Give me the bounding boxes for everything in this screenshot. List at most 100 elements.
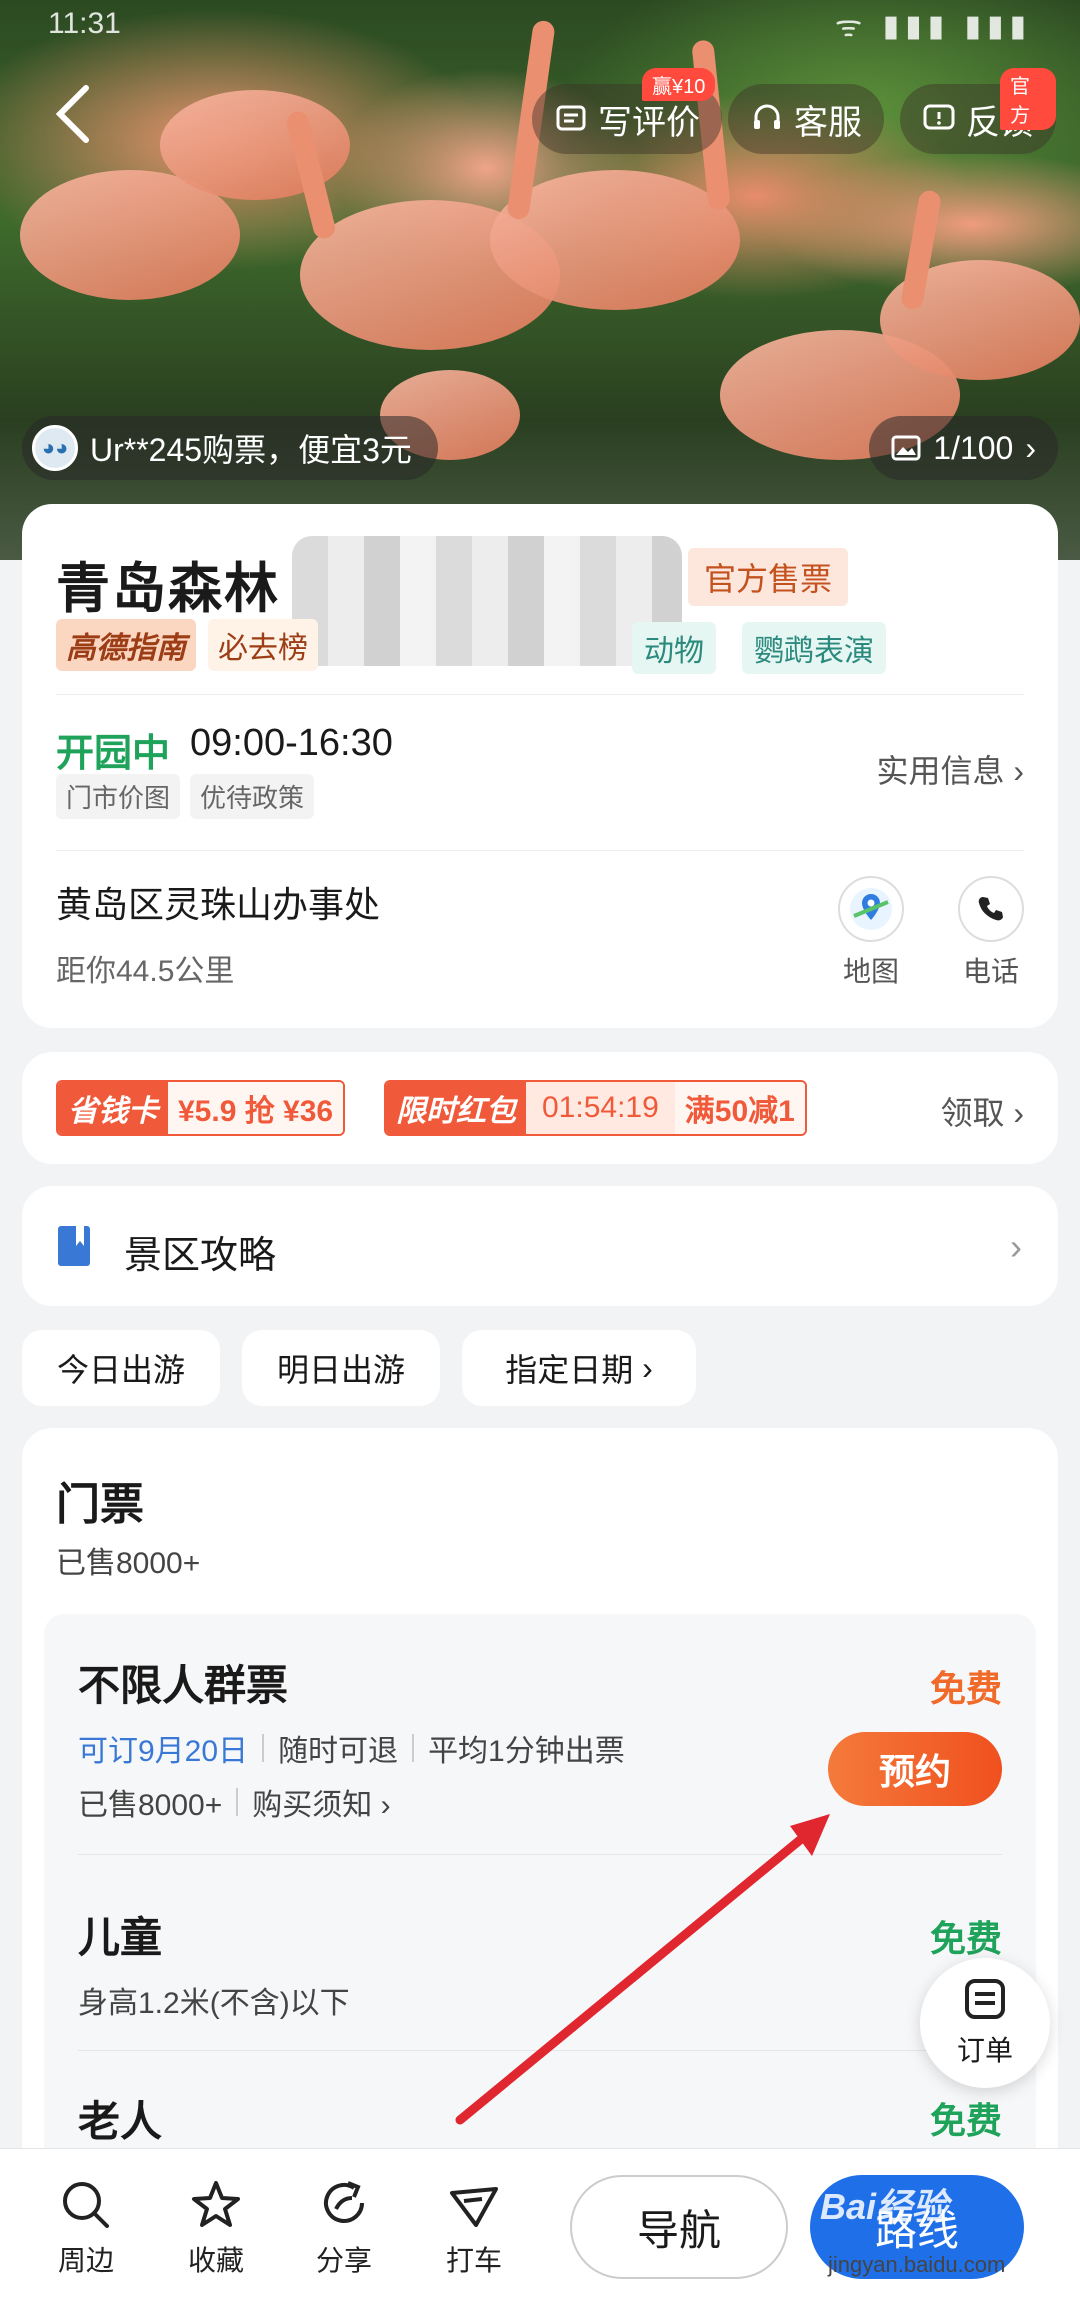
tab-favorite-label: 收藏 <box>187 2245 244 2276</box>
divider <box>78 2050 1002 2051</box>
parrot-show-tag: 鹦鹉表演 <box>742 622 886 674</box>
write-review-button[interactable]: 写评价 赢¥10 <box>532 68 722 154</box>
image-icon <box>891 435 921 461</box>
ticket-desc: 身高1.2米(不含)以下 <box>78 1978 350 2022</box>
practical-info-link[interactable]: 实用信息 › <box>876 746 1024 792</box>
tab-favorite[interactable]: 收藏 <box>166 2179 266 2279</box>
open-status-text: 开园中 <box>56 733 171 775</box>
photo-count-text: 1/100 <box>933 429 1014 466</box>
back-button[interactable] <box>50 84 120 154</box>
share-icon <box>324 2181 364 2223</box>
purchase-notice-link[interactable]: 购买须知 › <box>252 1780 390 1824</box>
countdown-timer: 01:54:19 <box>526 1082 675 1134</box>
ranking-tags[interactable]: 高德指南 必去榜 <box>56 619 318 671</box>
discount-policy-tag[interactable]: 优待政策 <box>190 774 315 819</box>
reserve-button[interactable]: 预约 <box>828 1732 1002 1806</box>
avatar: ◕◕ <box>32 425 78 471</box>
scenic-guide-row[interactable]: 景区攻略 › <box>22 1186 1058 1306</box>
tomorrow-visit-button[interactable]: 明日出游 <box>242 1330 440 1406</box>
purchase-notice-label: 购买须知 <box>252 1789 373 1822</box>
distance: 距你44.5公里 <box>56 955 235 988</box>
practical-info-label: 实用信息 <box>876 753 1005 789</box>
order-list-icon <box>965 1979 1005 2019</box>
scenic-guide-label: 景区攻略 <box>124 1235 277 1277</box>
phone-button[interactable] <box>958 876 1024 942</box>
chevron-right-icon: › <box>1025 429 1036 466</box>
watermark-url: jingyan.baidu.com <box>828 2252 1006 2277</box>
savings-card-promo[interactable]: 省钱卡 ¥5.9 抢 ¥36 <box>56 1080 346 1136</box>
ticket-price: 免费 <box>929 1668 1002 1709</box>
top-nav: 写评价 赢¥10 客服 反馈 官方 <box>0 68 1080 158</box>
address[interactable]: 黄岛区灵珠山办事处 <box>56 876 380 928</box>
ticket-price: 免费 <box>929 1918 1002 1959</box>
separator <box>262 1734 265 1762</box>
headset-icon <box>750 102 784 136</box>
map-pin-icon <box>850 888 892 930</box>
review-reward-badge: 赢¥10 <box>642 68 716 101</box>
buyer-tip-text: Ur**245购票，便宜3元 <box>90 432 412 468</box>
opening-hours-text: 09:00-16:30 <box>190 722 393 764</box>
tab-taxi[interactable]: 打车 <box>424 2179 524 2279</box>
map-label: 地图 <box>842 956 899 987</box>
customer-service-button[interactable]: 客服 <box>728 84 884 154</box>
chevron-right-icon: › <box>1010 1226 1022 1267</box>
bookable-date: 可订9月20日 <box>78 1735 249 1768</box>
navigate-button[interactable]: 导航 <box>570 2175 788 2279</box>
blurred-region <box>292 536 682 666</box>
ticket-sold-count: 已售8000+ <box>78 1789 223 1822</box>
price-chart-tag[interactable]: 门市价图 <box>56 774 181 819</box>
chevron-left-icon <box>55 85 89 143</box>
tickets-sold-count: 已售8000+ <box>56 1547 201 1580</box>
photo-gallery-button[interactable]: 1/100 › <box>869 416 1058 480</box>
feedback-button[interactable]: 反馈 官方 <box>900 68 1056 154</box>
tab-share[interactable]: 分享 <box>294 2179 394 2279</box>
official-badge: 官方 <box>1000 68 1056 130</box>
separator <box>412 1734 415 1762</box>
status-icons: ᯤ ▮▮▮ ▮▮▮ <box>834 9 1032 43</box>
discount-value: 满50减1 <box>674 1082 805 1134</box>
book-icon <box>58 1226 90 1266</box>
chevron-right-icon: › <box>633 1349 653 1386</box>
star-icon <box>192 2181 240 2227</box>
animal-tag: 动物 <box>632 622 716 674</box>
tab-share-label: 分享 <box>315 2245 372 2276</box>
phone-label: 电话 <box>962 956 1019 987</box>
phone-icon <box>978 897 1003 921</box>
tickets-title: 门票 <box>56 1480 144 1529</box>
must-go-tag: 必去榜 <box>208 619 318 671</box>
savings-card-value: ¥5.9 抢 ¥36 <box>168 1082 344 1134</box>
red-packet-promo[interactable]: 限时红包 01:54:19 满50减1 <box>384 1080 807 1136</box>
ticket-info-line: 可订9月20日 随时可退 平均1分钟出票 <box>78 1726 625 1770</box>
pick-date-label: 指定日期 <box>505 1352 634 1388</box>
recent-buyer-tip: ◕◕ Ur**245购票，便宜3元 <box>22 416 438 480</box>
gaode-guide-tag: 高德指南 <box>56 619 196 671</box>
ticket-name: 老人 <box>78 2098 163 2145</box>
tab-nearby-label: 周边 <box>57 2245 114 2276</box>
tab-nearby[interactable]: 周边 <box>36 2179 136 2279</box>
ticket-price: 免费 <box>929 2100 1002 2141</box>
taxi-icon <box>450 2187 498 2227</box>
separator <box>236 1788 239 1816</box>
claim-link[interactable]: 领取 › <box>940 1088 1024 1134</box>
chevron-right-icon: › <box>1013 753 1024 789</box>
poi-info-card: 青岛森林 官方售票 高德指南 必去榜 动物 鹦鹉表演 开园中 09:00-16:… <box>22 504 1058 1028</box>
ticket-sold-line: 已售8000+ 购买须知 › <box>78 1780 391 1824</box>
opening-hours: 开园中 09:00-16:30 <box>56 722 393 777</box>
page-title: 青岛森林 <box>56 559 280 619</box>
pick-date-button[interactable]: 指定日期 › <box>462 1330 696 1406</box>
customer-service-label: 客服 <box>794 103 862 142</box>
feedback-icon <box>922 102 956 136</box>
tab-taxi-label: 打车 <box>445 2245 502 2276</box>
orders-label: 订单 <box>956 2035 1013 2066</box>
divider <box>78 1854 1002 1855</box>
orders-float-button[interactable]: 订单 <box>920 1958 1050 2088</box>
claim-label: 领取 <box>940 1095 1005 1131</box>
search-icon <box>63 2182 109 2228</box>
official-sale-tag: 官方售票 <box>688 548 849 606</box>
today-visit-button[interactable]: 今日出游 <box>22 1330 220 1406</box>
issue-time: 平均1分钟出票 <box>428 1735 625 1768</box>
ticket-name: 不限人群票 <box>78 1662 289 1709</box>
map-button[interactable] <box>838 876 904 942</box>
status-bar: 11:31 ᯤ ▮▮▮ ▮▮▮ <box>0 0 1080 48</box>
child-height-limit: 身高1.2米(不含)以下 <box>78 1987 350 2020</box>
